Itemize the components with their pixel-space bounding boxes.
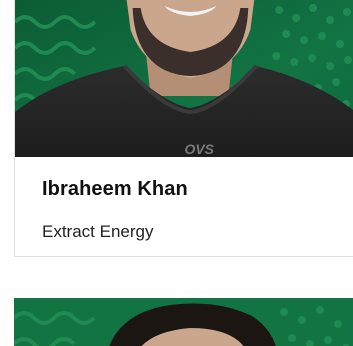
speaker-info: Ibraheem Khan Extract Energy: [15, 157, 353, 242]
speaker-portrait-icon: OVS: [15, 0, 353, 157]
speaker-company: Extract Energy: [42, 222, 154, 241]
speaker-grid: OVS Ibraheem Khan Extract Energy: [0, 0, 353, 346]
speaker-photo: [14, 298, 353, 346]
speaker-name[interactable]: Ibraheem Khan: [42, 157, 353, 201]
speaker-portrait-icon: [14, 298, 353, 346]
speaker-card[interactable]: [14, 298, 353, 346]
shirt-logo-text: OVS: [184, 141, 214, 157]
speaker-photo: OVS: [15, 0, 353, 157]
speaker-card[interactable]: OVS Ibraheem Khan Extract Energy: [14, 0, 353, 257]
